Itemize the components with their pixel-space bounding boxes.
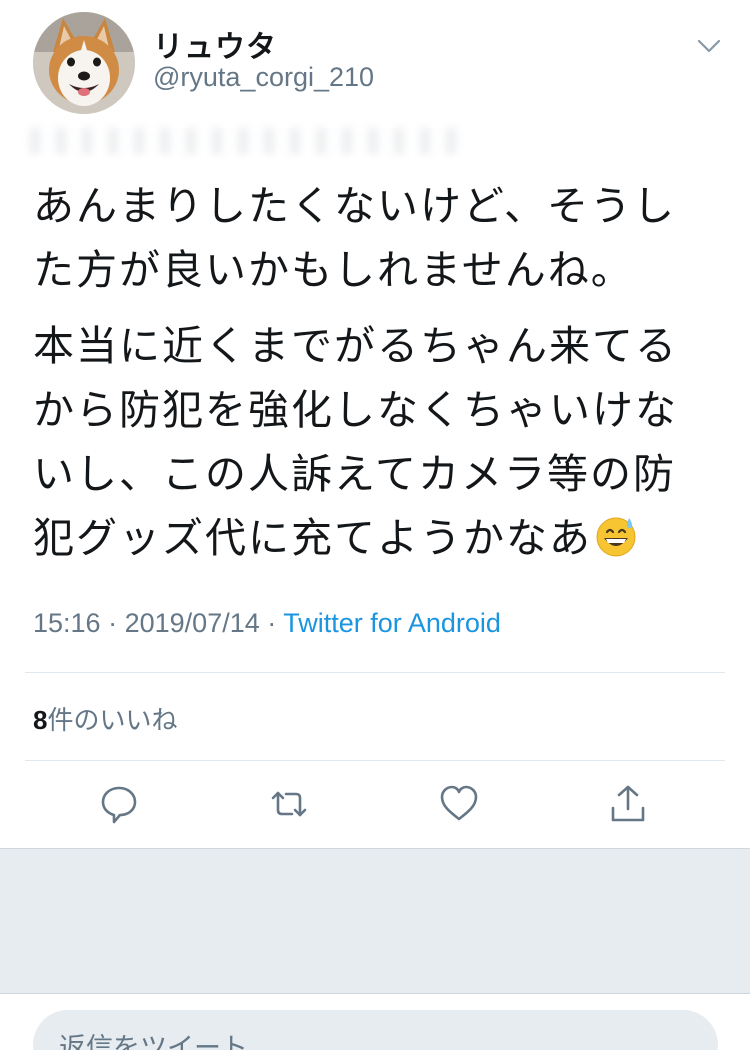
tweet-date: 2019/07/14	[124, 608, 260, 638]
tweet-paragraph-2-text: 本当に近くまでがるちゃん来てるから防犯を強化しなくちゃいけないし、この人訴えてカ…	[33, 322, 678, 562]
retweet-icon[interactable]	[267, 782, 311, 826]
tweet-paragraph-1: あんまりしたくないけど、そうした方が良いかもしれませんね。	[33, 182, 676, 294]
likes-label: 件のいいね	[47, 706, 178, 736]
tweet-meta: 15:16 · 2019/07/14 · Twitter for Android	[33, 608, 501, 639]
tweet-time: 15:16	[33, 608, 101, 638]
display-name[interactable]: リュウタ	[153, 22, 277, 66]
reply-input[interactable]: 返信をツイート	[33, 1010, 718, 1050]
tweet-text: あんまりしたくないけど、そうした方が良いかもしれませんね。 本当に近くまでがるち…	[33, 174, 713, 582]
grinning-face-with-sweat-icon	[596, 517, 636, 557]
corgi-avatar-image	[33, 12, 135, 114]
share-icon[interactable]	[606, 782, 650, 826]
divider	[25, 672, 725, 673]
meta-separator: ·	[108, 608, 118, 638]
divider	[25, 760, 725, 761]
tweet-detail-page: リュウタ @ryuta_corgi_210 あんまりしたくないけど、そうした方が…	[0, 0, 750, 1050]
likes-summary[interactable]: 8件のいいね	[33, 700, 177, 737]
likes-count: 8	[33, 705, 48, 735]
avatar[interactable]	[33, 12, 135, 114]
user-handle[interactable]: @ryuta_corgi_210	[153, 62, 374, 93]
tweet-source-link[interactable]: Twitter for Android	[283, 608, 501, 638]
chevron-down-icon[interactable]	[693, 30, 725, 62]
like-icon[interactable]	[437, 782, 481, 826]
meta-separator-2: ·	[267, 608, 277, 638]
reply-icon[interactable]	[97, 782, 141, 826]
cropped-text-remnant	[30, 128, 460, 154]
empty-replies-area	[0, 848, 750, 994]
tweet-paragraph-2: 本当に近くまでがるちゃん来てるから防犯を強化しなくちゃいけないし、この人訴えてカ…	[33, 314, 713, 570]
